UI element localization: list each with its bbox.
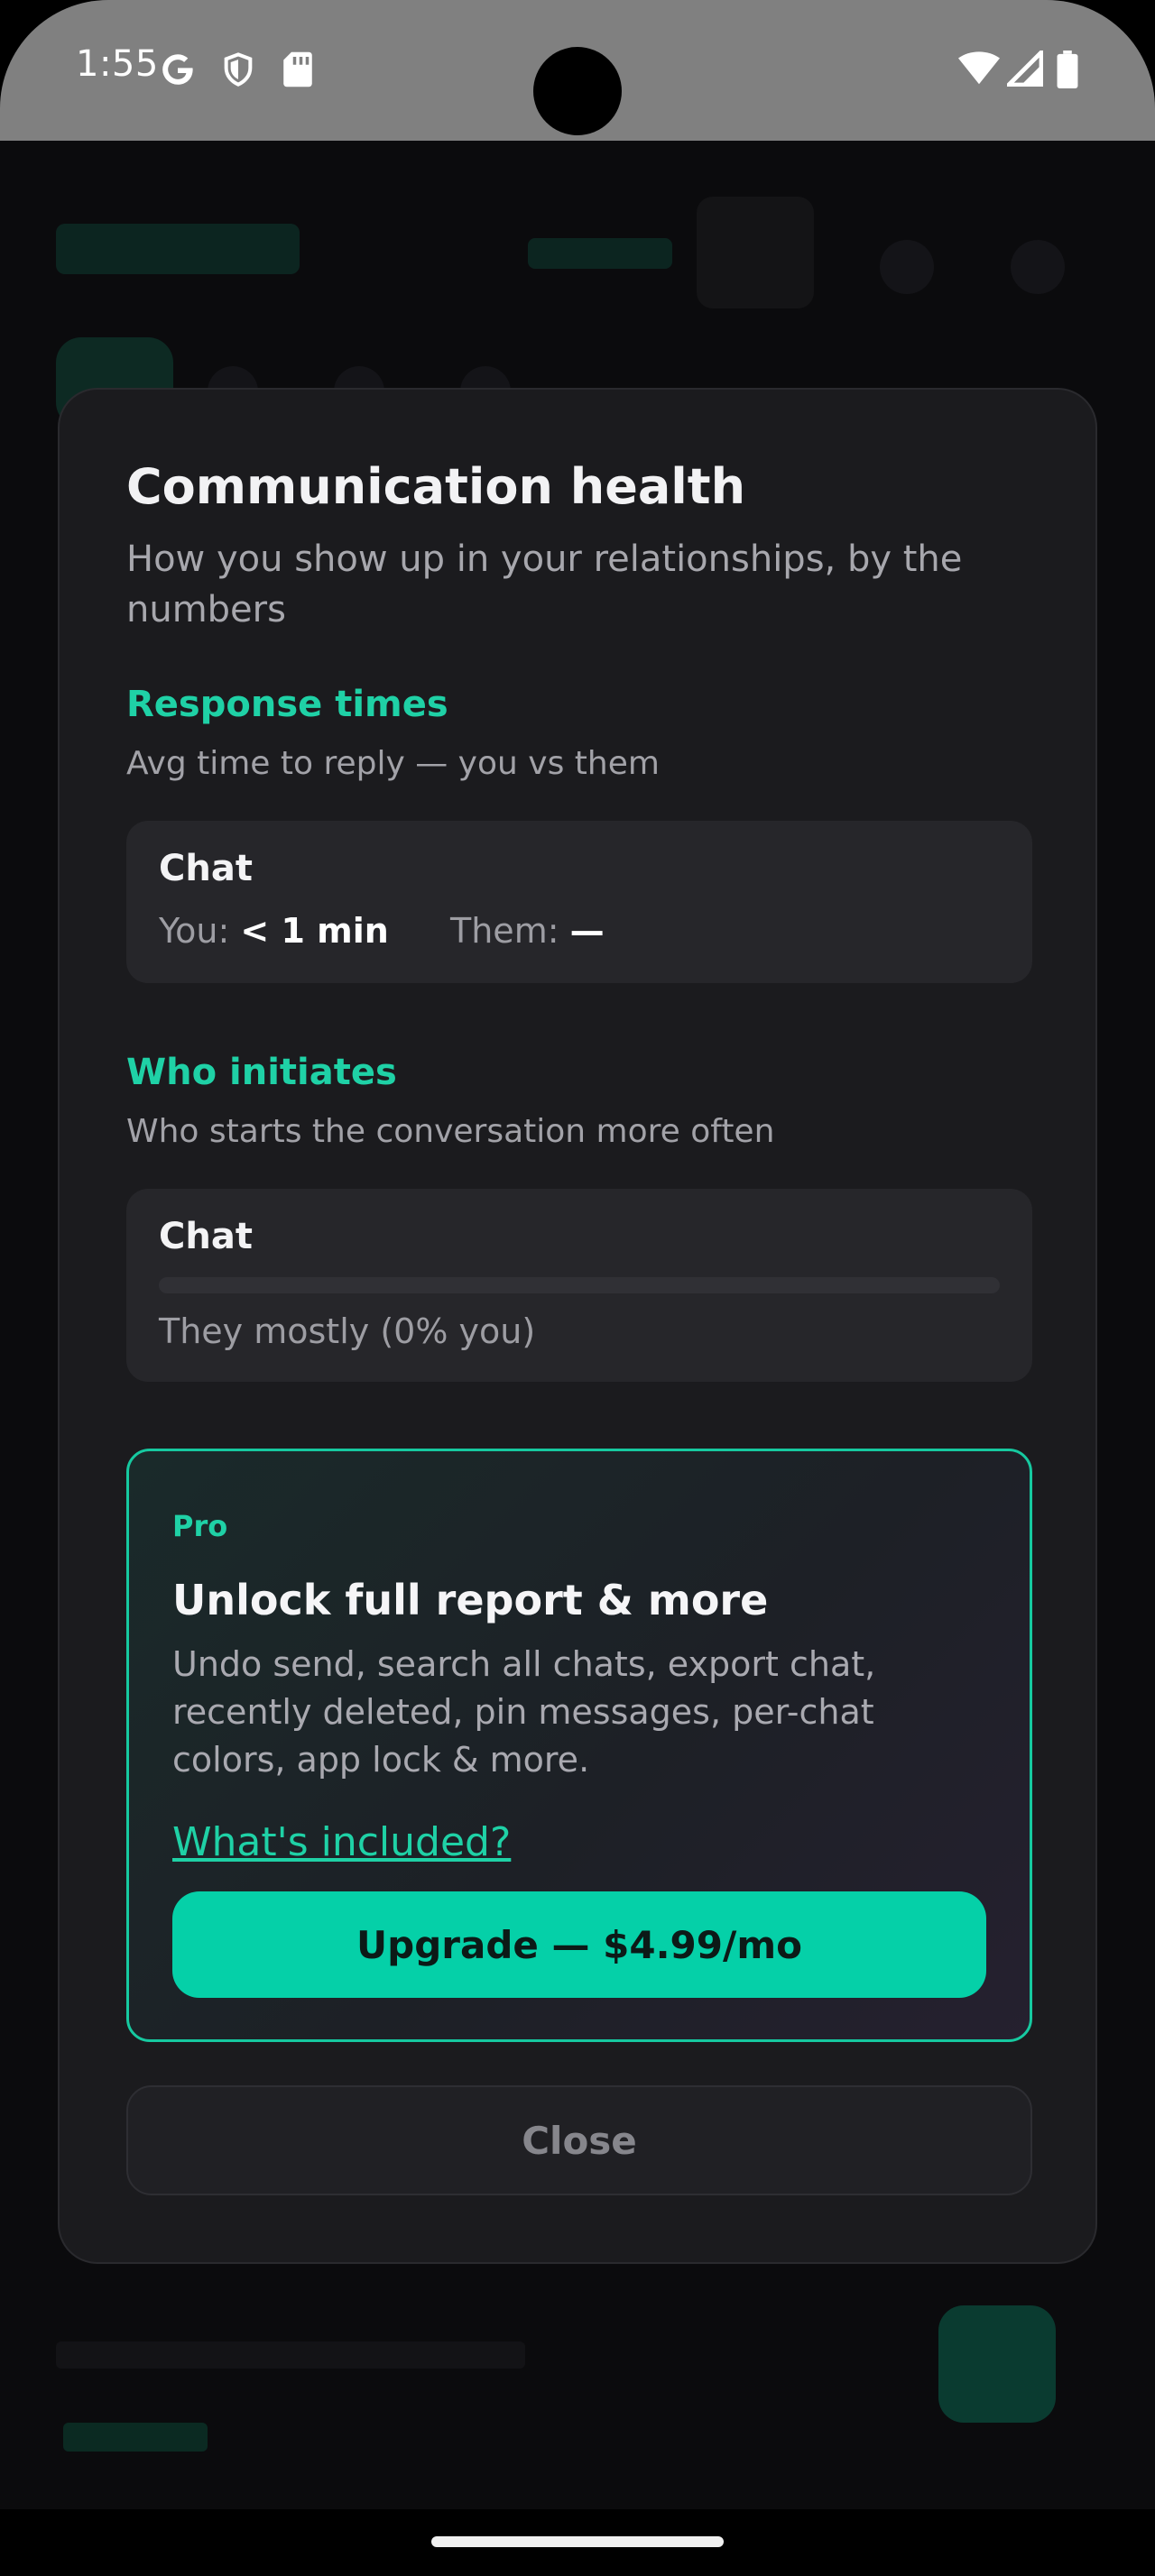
close-button[interactable]: Close bbox=[126, 2085, 1032, 2195]
them-label: Them: bbox=[450, 911, 559, 951]
home-gesture-bar[interactable] bbox=[431, 2536, 724, 2547]
initiation-bar-track bbox=[159, 1277, 1000, 1293]
dialog-subtitle: How you show up in your relationships, b… bbox=[126, 538, 963, 630]
background-icon bbox=[1011, 240, 1065, 294]
shield-icon bbox=[224, 52, 253, 87]
response-times-card: Chat You: < 1 min Them: — bbox=[126, 821, 1032, 983]
background-link-placeholder bbox=[528, 238, 672, 269]
google-icon bbox=[162, 54, 193, 85]
response-card-chat-name: Chat bbox=[159, 848, 253, 889]
background-fab bbox=[938, 2305, 1056, 2423]
who-initiates-title: Who initiates bbox=[126, 1052, 397, 1093]
you-label: You: bbox=[159, 911, 230, 951]
initiates-card-chat-name: Chat bbox=[159, 1216, 253, 1257]
battery-icon bbox=[1057, 51, 1078, 88]
pro-title: Unlock full report & more bbox=[172, 1576, 769, 1624]
response-times-values: You: < 1 min Them: — bbox=[159, 911, 605, 951]
pro-description: Undo send, search all chats, export chat… bbox=[172, 1644, 876, 1780]
background-link-placeholder bbox=[63, 2423, 208, 2452]
whats-included-link[interactable]: What's included? bbox=[172, 1819, 511, 1865]
status-bar: 1:55 bbox=[0, 0, 1155, 141]
device: 1:55 Communication health How you show u… bbox=[0, 0, 1155, 2576]
initiation-caption: They mostly (0% you) bbox=[159, 1311, 536, 1351]
dialog-title: Communication health bbox=[126, 458, 746, 515]
background-title-placeholder bbox=[56, 224, 300, 274]
you-value: < 1 min bbox=[240, 911, 389, 951]
screen: 1:55 Communication health How you show u… bbox=[0, 0, 1155, 2509]
front-camera bbox=[533, 47, 622, 135]
background-button bbox=[697, 197, 814, 308]
status-time: 1:55 bbox=[76, 43, 159, 85]
communication-health-dialog: Communication health How you show up in … bbox=[58, 388, 1097, 2264]
who-initiates-card: Chat They mostly (0% you) bbox=[126, 1189, 1032, 1382]
background-icon bbox=[880, 240, 934, 294]
response-times-title: Response times bbox=[126, 684, 448, 725]
upgrade-button[interactable]: Upgrade — $4.99/mo bbox=[172, 1891, 986, 1998]
response-times-subtitle: Avg time to reply — you vs them bbox=[126, 745, 660, 782]
wifi-icon bbox=[958, 51, 1000, 85]
who-initiates-subtitle: Who starts the conversation more often bbox=[126, 1113, 775, 1150]
them-value: — bbox=[569, 911, 605, 951]
pro-upsell-card: Pro Unlock full report & more Undo send,… bbox=[126, 1449, 1032, 2042]
background-text-placeholder bbox=[56, 2341, 525, 2369]
pro-badge: Pro bbox=[172, 1509, 228, 1543]
signal-icon bbox=[1007, 51, 1043, 87]
sd-card-icon bbox=[283, 51, 312, 87]
